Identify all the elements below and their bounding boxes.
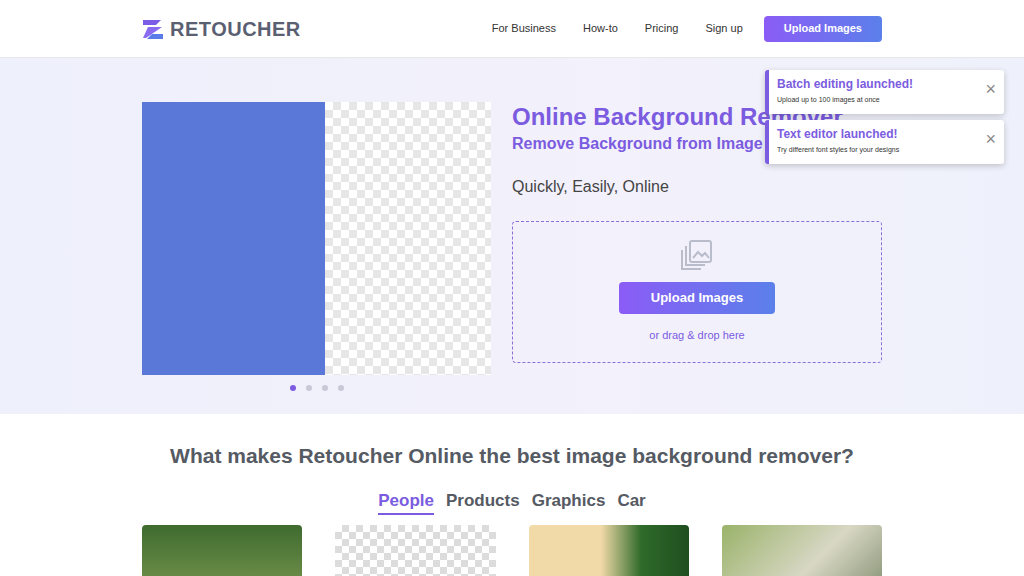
- page: RETOUCHER For Business How-to Pricing Sign u…: [0, 0, 1024, 576]
- carousel-dot[interactable]: [338, 385, 344, 391]
- category-tabs: People Products Graphics Car: [142, 490, 882, 515]
- notification-title: Text editor launched!: [777, 127, 985, 142]
- example-card[interactable]: [722, 525, 882, 576]
- hero-tagline: Quickly, Easily, Online: [512, 177, 882, 197]
- nav: For Business How-to Pricing Sign up Upload I…: [492, 16, 882, 42]
- notification-text: Upload up to 100 images at once: [777, 95, 985, 104]
- upload-button[interactable]: Upload Images: [619, 282, 775, 314]
- logo[interactable]: RETOUCHER: [142, 14, 301, 44]
- hero-image: [142, 102, 491, 375]
- category-tab[interactable]: Graphics: [532, 490, 606, 515]
- carousel-dot[interactable]: [322, 385, 328, 391]
- example-card[interactable]: [335, 525, 495, 576]
- logo-icon: [142, 18, 164, 40]
- nav-item[interactable]: Pricing: [645, 20, 679, 37]
- features-heading: What makes Retoucher Online the best ima…: [0, 442, 1024, 470]
- notification-title: Batch editing launched!: [777, 77, 985, 92]
- upload-dropzone[interactable]: Upload Images or drag & drop here: [512, 221, 882, 363]
- drop-hint: or drag & drop here: [649, 327, 744, 344]
- example-cards: [142, 525, 882, 576]
- example-card[interactable]: [529, 525, 689, 576]
- images-icon: [680, 238, 714, 272]
- carousel-dots: [290, 385, 344, 391]
- notification-text: Try different font styles for your desig…: [777, 145, 985, 154]
- category-tab[interactable]: People: [378, 490, 434, 515]
- nav-item[interactable]: How-to: [583, 20, 618, 37]
- nav-item[interactable]: Sign up: [705, 20, 742, 37]
- header: RETOUCHER For Business How-to Pricing Sign u…: [0, 0, 1024, 58]
- notification-close-button[interactable]: ×: [985, 130, 996, 148]
- features: What makes Retoucher Online the best ima…: [0, 414, 1024, 576]
- header-upload-button[interactable]: Upload Images: [764, 16, 882, 42]
- notification-close-button[interactable]: ×: [985, 80, 996, 98]
- example-card[interactable]: [142, 525, 302, 576]
- carousel-dot[interactable]: [306, 385, 312, 391]
- category-tab[interactable]: Products: [446, 490, 520, 515]
- notifications: Batch editing launched! Upload up to 100 …: [765, 70, 1004, 164]
- carousel-dot[interactable]: [290, 385, 296, 391]
- category-tab[interactable]: Car: [617, 490, 645, 515]
- nav-item[interactable]: For Business: [492, 20, 556, 37]
- notification: Batch editing launched! Upload up to 100 …: [765, 70, 1004, 114]
- notification: Text editor launched! Try different font …: [765, 120, 1004, 164]
